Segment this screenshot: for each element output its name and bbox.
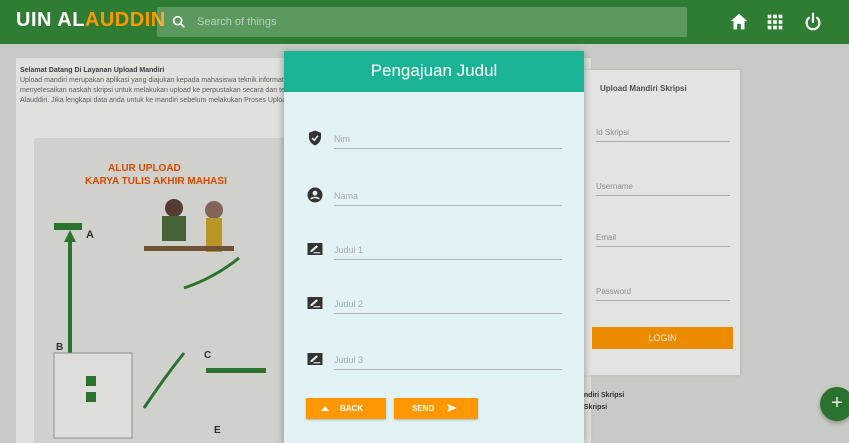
arrow-up-icon	[321, 406, 329, 411]
home-icon[interactable]	[728, 11, 750, 33]
send-button-label: SEND	[412, 404, 435, 413]
power-icon[interactable]	[802, 11, 824, 33]
search-bar[interactable]	[157, 7, 687, 37]
judul-2-input[interactable]	[334, 294, 562, 314]
judul-3-input[interactable]	[334, 350, 562, 370]
brand-text-primary: UIN AL	[16, 9, 85, 31]
apps-grid-icon[interactable]	[764, 11, 786, 33]
nim-input[interactable]	[334, 129, 562, 149]
send-arrow-icon	[447, 404, 457, 412]
back-button-label: BACK	[340, 404, 364, 413]
edit-icon	[307, 297, 323, 309]
send-button[interactable]: SEND	[394, 398, 478, 419]
nama-row	[284, 181, 584, 215]
top-app-bar: UIN ALAUDDIN	[0, 0, 849, 44]
submission-modal: Pengajuan Judul BACK SEND	[284, 51, 584, 443]
judul-2-row	[284, 289, 584, 323]
user-icon	[307, 187, 323, 203]
shield-icon	[309, 130, 321, 146]
brand-text-accent: AUDDIN	[84, 9, 166, 31]
back-button[interactable]: BACK	[306, 398, 386, 419]
search-input[interactable]	[197, 12, 667, 32]
nama-input[interactable]	[334, 186, 562, 206]
modal-title: Pengajuan Judul	[370, 61, 498, 80]
search-icon	[172, 15, 185, 28]
nim-row	[284, 124, 584, 158]
brand-logo[interactable]: UIN ALAUDDIN	[16, 9, 166, 32]
judul-1-input[interactable]	[334, 240, 562, 260]
judul-1-row	[284, 235, 584, 269]
edit-icon	[307, 353, 323, 365]
judul-3-row	[284, 345, 584, 379]
modal-header: Pengajuan Judul	[284, 51, 584, 92]
edit-icon	[307, 243, 323, 255]
